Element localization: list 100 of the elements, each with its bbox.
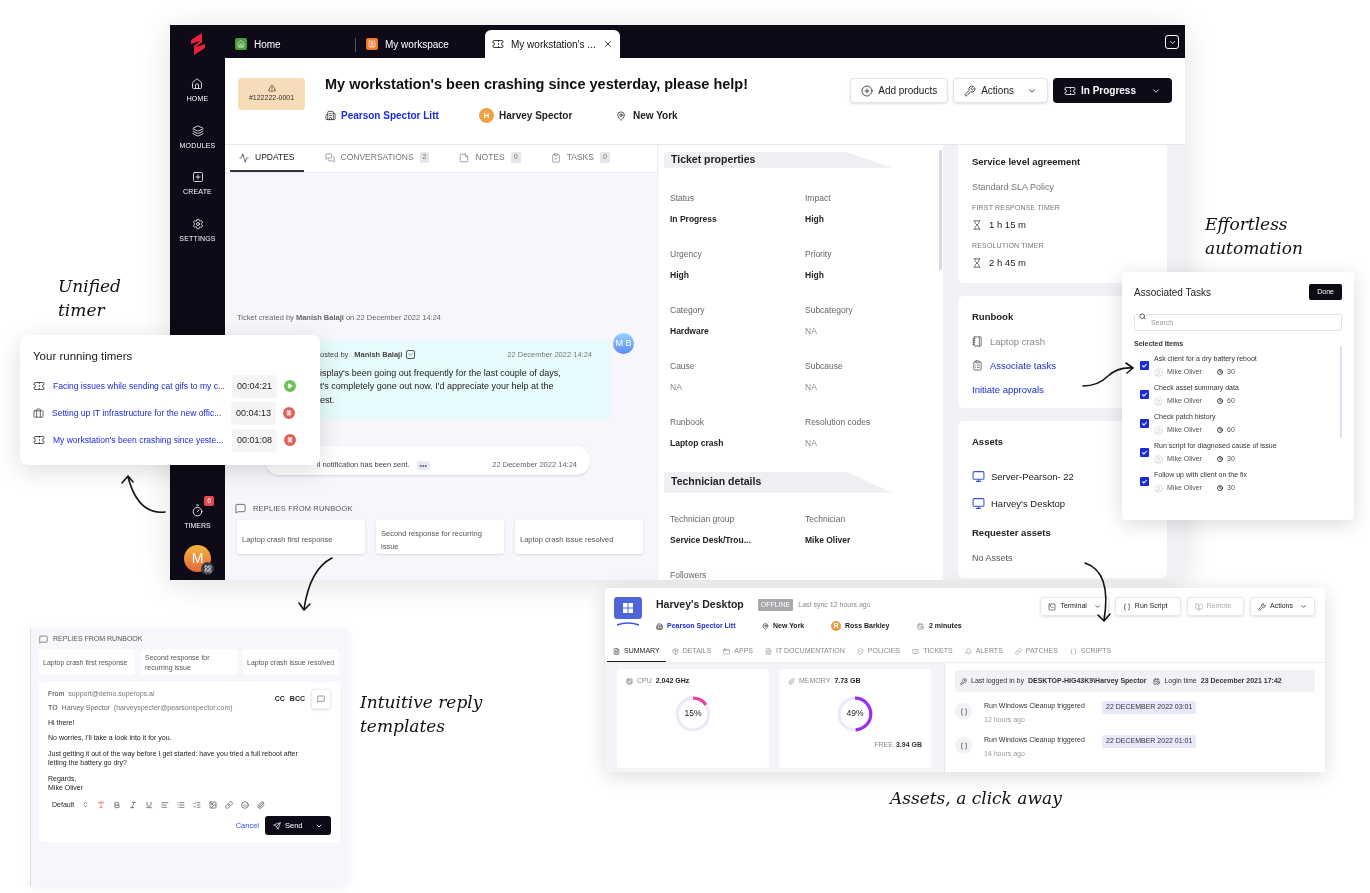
location-icon xyxy=(762,622,769,630)
browser-tab[interactable]: Home xyxy=(228,30,352,58)
field-value: NA xyxy=(805,324,817,338)
link-icon[interactable] xyxy=(225,800,234,809)
field-value: NA xyxy=(670,380,682,394)
clipboard-icon xyxy=(550,152,561,163)
curved-arrow xyxy=(118,473,168,515)
asset-link[interactable]: Harvey's Desktop xyxy=(991,496,1066,511)
sort-icon xyxy=(82,801,90,809)
company-link[interactable]: Pearson Spector Litt xyxy=(341,108,479,123)
field-label: Subcause xyxy=(805,359,843,373)
field-label: Category xyxy=(670,303,705,317)
add-products-button[interactable]: Add products xyxy=(850,78,949,103)
timer-link[interactable]: My workstation's been crashing since yeste... xyxy=(53,433,229,447)
timer-value: 2 h 45 m xyxy=(989,256,1026,270)
ticket-icon xyxy=(33,434,45,447)
checkbox[interactable] xyxy=(1140,419,1149,428)
user-icon xyxy=(1154,425,1163,435)
layers-icon xyxy=(191,124,204,137)
home-icon xyxy=(191,78,204,90)
shield-icon xyxy=(856,648,864,655)
play-icon xyxy=(287,383,294,390)
checkbox[interactable] xyxy=(1140,448,1149,457)
timer-link[interactable]: Setting up IT infrastructure for the new offic... xyxy=(52,406,228,420)
ticket-icon xyxy=(33,380,45,393)
timer-value: 1 h 15 m xyxy=(989,218,1026,233)
clock-icon xyxy=(1217,456,1223,463)
approvals-link[interactable]: Initiate approvals xyxy=(972,383,1044,398)
monitor-icon xyxy=(972,470,985,484)
asset-link[interactable]: Server-Pearson- 22 xyxy=(991,469,1074,484)
chat-icon xyxy=(235,503,246,515)
chat-icon xyxy=(317,694,325,703)
checkbox[interactable] xyxy=(1140,477,1149,486)
script-icon xyxy=(955,703,972,720)
field-label: Urgency xyxy=(670,247,702,261)
checklist-icon[interactable] xyxy=(193,800,202,809)
handwritten-caption: Effortless automation xyxy=(1205,213,1304,260)
user-icon xyxy=(1154,396,1163,406)
associate-tasks-link[interactable]: Associate tasks xyxy=(990,358,1056,373)
link-icon xyxy=(1014,648,1022,655)
close-icon[interactable] xyxy=(603,39,613,49)
field-value: High xyxy=(670,268,689,282)
checkbox[interactable] xyxy=(1140,361,1149,370)
activity-icon xyxy=(239,152,249,163)
handwritten-caption: Intuitive reply templates xyxy=(360,691,484,738)
attachment-icon[interactable] xyxy=(257,800,266,809)
browser-tab[interactable]: My workspace xyxy=(359,30,483,58)
text-color-icon[interactable] xyxy=(97,800,106,809)
field-value: High xyxy=(805,212,824,226)
settings-icon xyxy=(191,217,204,230)
plus-icon xyxy=(861,84,874,97)
list-icon[interactable] xyxy=(177,800,186,809)
terminal-icon xyxy=(1048,602,1057,611)
timer-value: 00:04:21 xyxy=(232,374,278,398)
play-button[interactable] xyxy=(284,380,297,393)
pause-button[interactable] xyxy=(284,434,297,447)
hourglass-icon xyxy=(972,220,982,231)
field-label: Status xyxy=(670,191,695,205)
browser-tab[interactable]: My workstation's ... xyxy=(485,30,620,58)
align-icon[interactable] xyxy=(161,800,170,809)
runbook-name: Laptop crash xyxy=(990,334,1045,349)
emoji-icon[interactable] xyxy=(241,800,250,809)
clock-icon xyxy=(1217,369,1223,376)
curved-arrow xyxy=(1080,362,1136,390)
requester-name: Harvey Spector xyxy=(499,109,574,123)
clipboard-icon xyxy=(972,360,983,372)
field-label: Subcategory xyxy=(805,303,853,317)
briefcase-icon xyxy=(33,407,44,419)
key-icon xyxy=(960,677,967,685)
user-icon xyxy=(1154,367,1163,377)
comment-button[interactable] xyxy=(311,688,331,709)
document-icon xyxy=(613,648,620,655)
timer-link[interactable]: Facing issues while sending cat gifs to my c... xyxy=(53,379,229,393)
script-icon xyxy=(955,737,972,754)
field-value: NA xyxy=(805,380,817,394)
status-button[interactable]: In Progress xyxy=(1052,78,1172,103)
dropdown-icon[interactable] xyxy=(406,350,416,360)
donut-chart xyxy=(674,694,712,733)
window-icon xyxy=(723,648,731,655)
user-icon xyxy=(1154,454,1163,464)
sla-policy: Standard SLA Policy xyxy=(972,181,1055,195)
image-icon[interactable] xyxy=(209,800,218,809)
clock-icon xyxy=(917,622,924,630)
italic-icon[interactable] xyxy=(129,800,138,809)
home-icon xyxy=(235,38,247,50)
field-label: Technician xyxy=(805,512,846,526)
calendar-icon xyxy=(1153,677,1161,685)
actions-button[interactable]: Actions xyxy=(953,78,1048,103)
caret-icon xyxy=(1093,603,1101,610)
checkbox[interactable] xyxy=(1140,390,1149,399)
donut-chart xyxy=(836,694,874,733)
dialog-title: Associated Tasks xyxy=(1134,285,1212,300)
field-value: In Progress xyxy=(670,212,717,226)
user-icon xyxy=(1154,483,1163,493)
bold-icon[interactable] xyxy=(113,800,122,809)
bell-icon xyxy=(964,648,972,655)
card-title: Assets xyxy=(972,435,1004,450)
underline-icon[interactable] xyxy=(145,800,154,809)
clock-icon xyxy=(1217,427,1223,434)
pause-button[interactable] xyxy=(283,407,296,420)
